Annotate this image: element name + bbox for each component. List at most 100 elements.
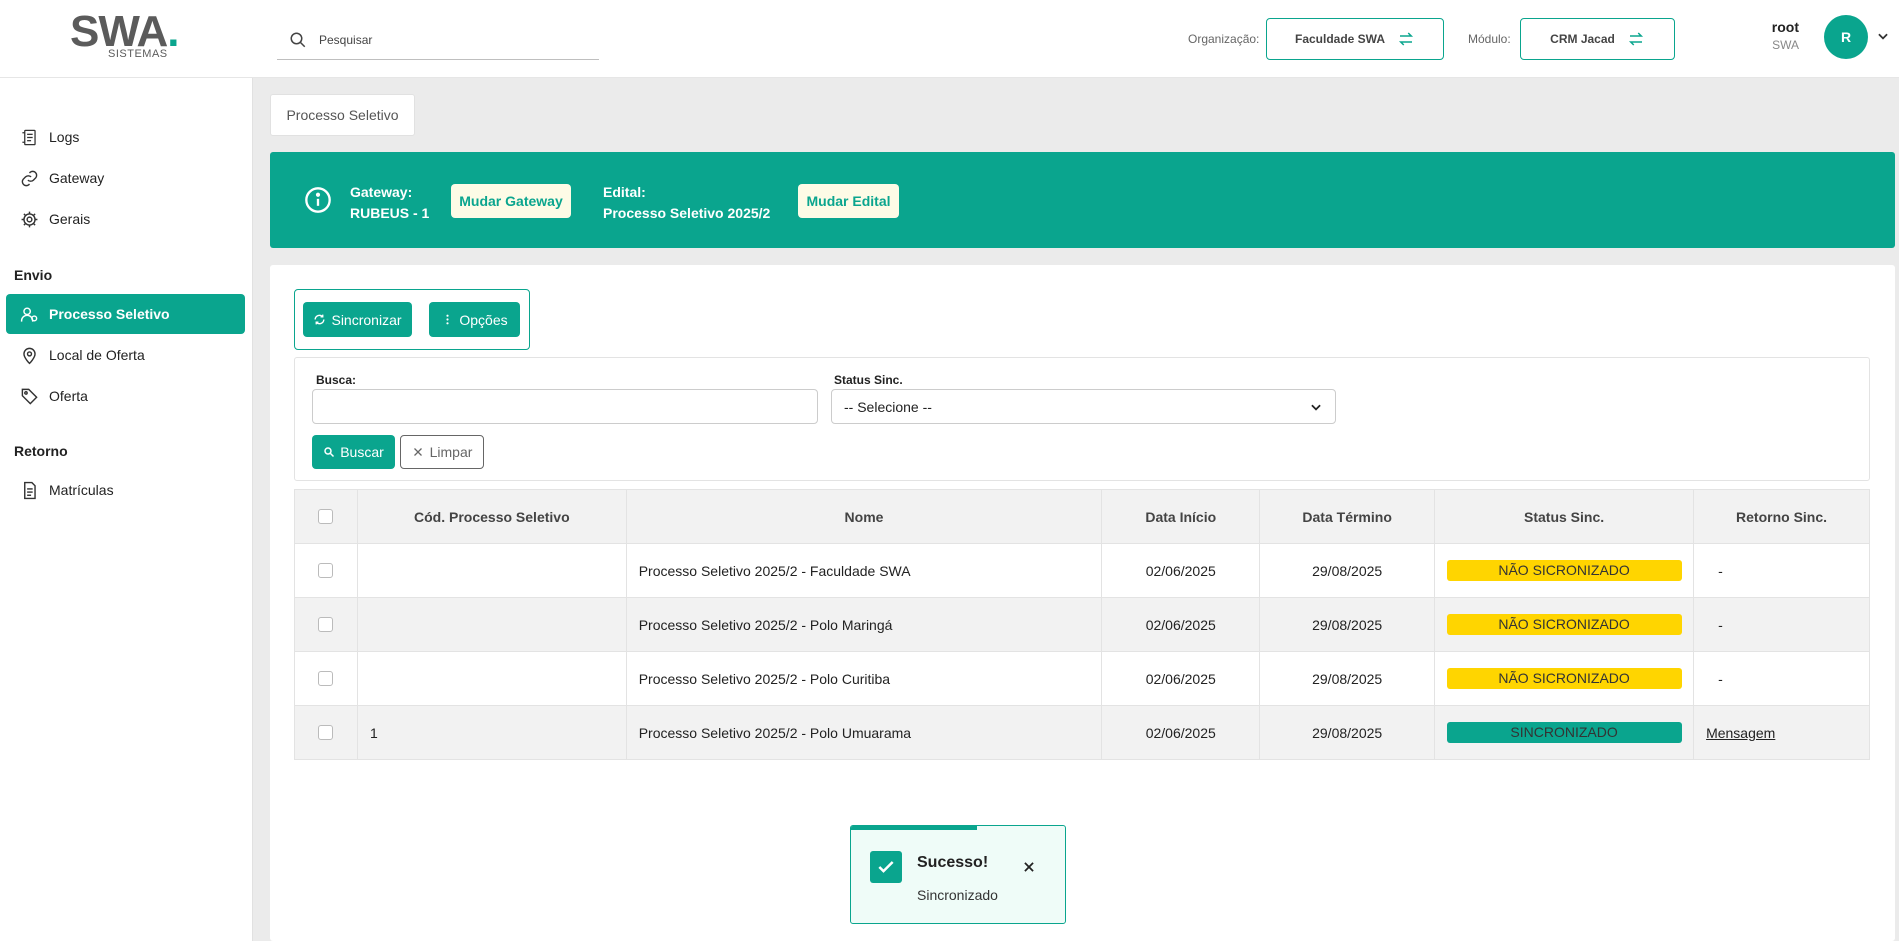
close-icon[interactable] [1022, 860, 1036, 874]
org-value: Faculdade SWA [1294, 32, 1386, 46]
user-org: SWA [1772, 38, 1799, 52]
success-toast: Sucesso! Sincronizado [850, 825, 1066, 924]
module-value: CRM Jacad [1550, 32, 1615, 46]
org-label: Organização: [1188, 32, 1260, 46]
options-label: Opções [459, 311, 508, 328]
name-cell: Processo Seletivo 2025/2 - Polo Maringá [625, 597, 1103, 652]
processes-table: Cód. Processo Seletivo Nome Data Início … [294, 489, 1870, 760]
status-cell: NÃO SICRONIZADO [1434, 543, 1695, 598]
sidebar-item-oferta[interactable]: Oferta [6, 376, 245, 416]
sidebar-item-label: Logs [49, 129, 80, 145]
sidebar-item-label: Matrículas [49, 482, 114, 498]
code-cell [356, 543, 627, 598]
sidebar-item-processo-seletivo[interactable]: Processo Seletivo [6, 294, 245, 334]
status-select[interactable]: -- Selecione -- [831, 389, 1336, 424]
row-checkbox[interactable] [318, 617, 334, 632]
start-date-cell: 02/06/2025 [1101, 651, 1261, 706]
logo[interactable]: SWA. SISTEMAS [70, 10, 190, 65]
module-label: Módulo: [1468, 32, 1511, 46]
status-cell: NÃO SICRONIZADO [1434, 597, 1695, 652]
sync-label: Sincronizar [331, 311, 402, 328]
code-cell [356, 597, 627, 652]
row-checkbox[interactable] [318, 671, 334, 686]
options-button[interactable]: Opções [429, 302, 520, 337]
status-badge: NÃO SICRONIZADO [1446, 614, 1682, 635]
content-card: Sincronizar Opções Busca: Status Sinc. -… [270, 265, 1895, 941]
end-date-cell: 29/08/2025 [1259, 543, 1436, 598]
column-header[interactable]: Data Término [1259, 489, 1436, 544]
info-banner: Gateway: RUBEUS - 1 Mudar Gateway Edital… [270, 152, 1895, 248]
table-row: Processo Seletivo 2025/2 - Faculdade SWA… [294, 543, 1870, 598]
row-select-cell [294, 597, 358, 652]
column-header[interactable]: Cód. Processo Seletivo [356, 489, 627, 544]
info-icon [305, 187, 331, 213]
status-cell: NÃO SICRONIZADO [1434, 651, 1695, 706]
avatar[interactable]: R [1824, 15, 1868, 59]
change-edital-button[interactable]: Mudar Edital [798, 184, 899, 218]
check-icon [870, 851, 902, 883]
edital-label: Edital: [603, 184, 646, 200]
search-icon [324, 447, 335, 458]
action-toolbar: Sincronizar Opções [294, 289, 530, 350]
return-cell: - [1693, 597, 1870, 652]
swap-icon [1628, 32, 1643, 46]
name-cell: Processo Seletivo 2025/2 - Faculdade SWA [625, 543, 1103, 598]
link-icon [21, 170, 38, 186]
row-checkbox[interactable] [318, 725, 334, 740]
close-icon [413, 448, 422, 456]
return-cell: - [1693, 543, 1870, 598]
row-select-cell [294, 651, 358, 706]
return-cell: Mensagem [1693, 705, 1870, 760]
message-link[interactable]: Mensagem [1706, 725, 1775, 741]
tag-icon [21, 388, 38, 405]
sidebar-item-label: Gerais [49, 211, 91, 227]
organization-selector[interactable]: Faculdade SWA [1266, 18, 1444, 60]
clear-button-label: Limpar [429, 444, 473, 460]
code-cell [356, 651, 627, 706]
sidebar-item-logs[interactable]: Logs [6, 117, 245, 157]
table-header-row: Cód. Processo Seletivo Nome Data Início … [294, 489, 1870, 544]
gear-icon [21, 211, 38, 227]
start-date-cell: 02/06/2025 [1101, 705, 1261, 760]
status-badge: SINCRONIZADO [1446, 722, 1682, 743]
table-row: Processo Seletivo 2025/2 - Polo Maringá … [294, 597, 1870, 652]
start-date-cell: 02/06/2025 [1101, 597, 1261, 652]
search-field-label: Busca: [316, 373, 357, 387]
column-header[interactable]: Nome [625, 489, 1103, 544]
search-field[interactable] [312, 389, 818, 424]
change-gateway-button[interactable]: Mudar Gateway [451, 184, 571, 218]
search-input[interactable] [319, 32, 589, 47]
column-header[interactable]: Status Sinc. [1434, 489, 1695, 544]
column-header[interactable]: Retorno Sinc. [1693, 489, 1870, 544]
sidebar-item-label: Local de Oferta [49, 347, 145, 363]
code-cell: 1 [356, 705, 627, 760]
location-icon [23, 347, 36, 364]
logo-subtitle: SISTEMAS [108, 48, 168, 60]
module-selector[interactable]: CRM Jacad [1520, 18, 1675, 60]
row-select-cell [294, 705, 358, 760]
edital-value: Processo Seletivo 2025/2 [603, 205, 771, 221]
row-checkbox[interactable] [318, 563, 334, 578]
sidebar: Logs Gateway Gerais Envio Processo Selet… [0, 78, 253, 941]
name-cell: Processo Seletivo 2025/2 - Polo Curitiba [625, 651, 1103, 706]
sidebar-item-matriculas[interactable]: Matrículas [6, 470, 245, 510]
sidebar-item-gerais[interactable]: Gerais [6, 199, 245, 239]
search-bar[interactable] [277, 20, 599, 60]
chevron-down-icon[interactable] [1876, 29, 1890, 43]
sync-button[interactable]: Sincronizar [303, 302, 412, 337]
filter-panel: Busca: Status Sinc. -- Selecione -- Busc… [294, 357, 1870, 481]
gateway-label: Gateway: [350, 184, 413, 200]
clear-button[interactable]: Limpar [400, 435, 484, 469]
sidebar-item-gateway[interactable]: Gateway [6, 158, 245, 198]
end-date-cell: 29/08/2025 [1259, 597, 1436, 652]
gateway-value: RUBEUS - 1 [350, 205, 430, 221]
search-button[interactable]: Buscar [312, 435, 395, 469]
select-all-checkbox[interactable] [318, 509, 334, 524]
sidebar-item-label: Processo Seletivo [49, 306, 170, 322]
toast-message: Sincronizado [917, 887, 998, 903]
sidebar-item-local-de-oferta[interactable]: Local de Oferta [6, 335, 245, 375]
column-header[interactable]: Data Início [1101, 489, 1261, 544]
tab-processo-seletivo[interactable]: Processo Seletivo [270, 94, 415, 136]
chevron-down-icon [1311, 404, 1321, 411]
user-name: root [1771, 19, 1799, 35]
